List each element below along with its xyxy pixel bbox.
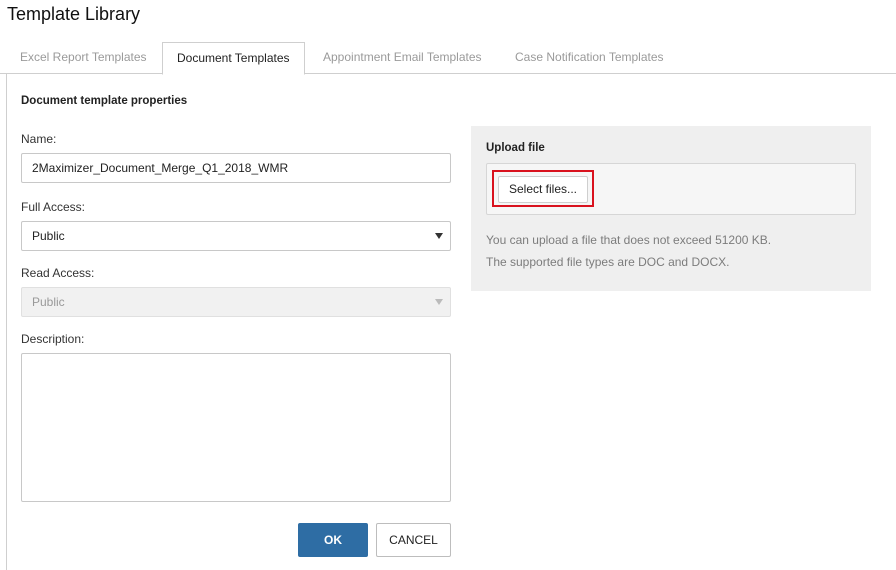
read-access-label: Read Access: (21, 266, 95, 280)
caret-down-icon (435, 299, 443, 305)
cancel-button[interactable]: CANCEL (376, 523, 451, 557)
section-title: Document template properties (21, 95, 188, 107)
name-label: Name: (21, 132, 57, 146)
full-access-label: Full Access: (21, 200, 86, 214)
tab-bar: Excel Report Templates Document Template… (0, 42, 896, 75)
read-access-select: Public (21, 287, 451, 317)
full-access-select[interactable]: Public (21, 221, 451, 251)
upload-title: Upload file (486, 142, 545, 154)
content-border (6, 74, 7, 570)
highlight-box: Select files... (492, 170, 594, 207)
read-access-value: Public (32, 295, 65, 309)
tab-excel-report-templates[interactable]: Excel Report Templates (20, 42, 147, 74)
upload-drop-zone[interactable]: Select files... (486, 163, 856, 215)
page-title: Template Library (7, 4, 141, 24)
select-files-button[interactable]: Select files... (498, 176, 588, 203)
tab-document-templates[interactable]: Document Templates (162, 42, 305, 75)
ok-button[interactable]: OK (298, 523, 368, 557)
tab-case-notification-templates[interactable]: Case Notification Templates (515, 42, 664, 74)
upload-panel: Upload file Select files... You can uplo… (471, 126, 871, 291)
name-input[interactable]: 2Maximizer_Document_Merge_Q1_2018_WMR (21, 153, 451, 183)
upload-size-info: You can upload a file that does not exce… (486, 233, 772, 247)
full-access-value: Public (32, 229, 65, 243)
upload-types-info: The supported file types are DOC and DOC… (486, 255, 730, 269)
caret-down-icon (435, 233, 443, 239)
description-textarea[interactable] (21, 353, 451, 502)
description-label: Description: (21, 332, 85, 346)
tab-appointment-email-templates[interactable]: Appointment Email Templates (323, 42, 482, 74)
